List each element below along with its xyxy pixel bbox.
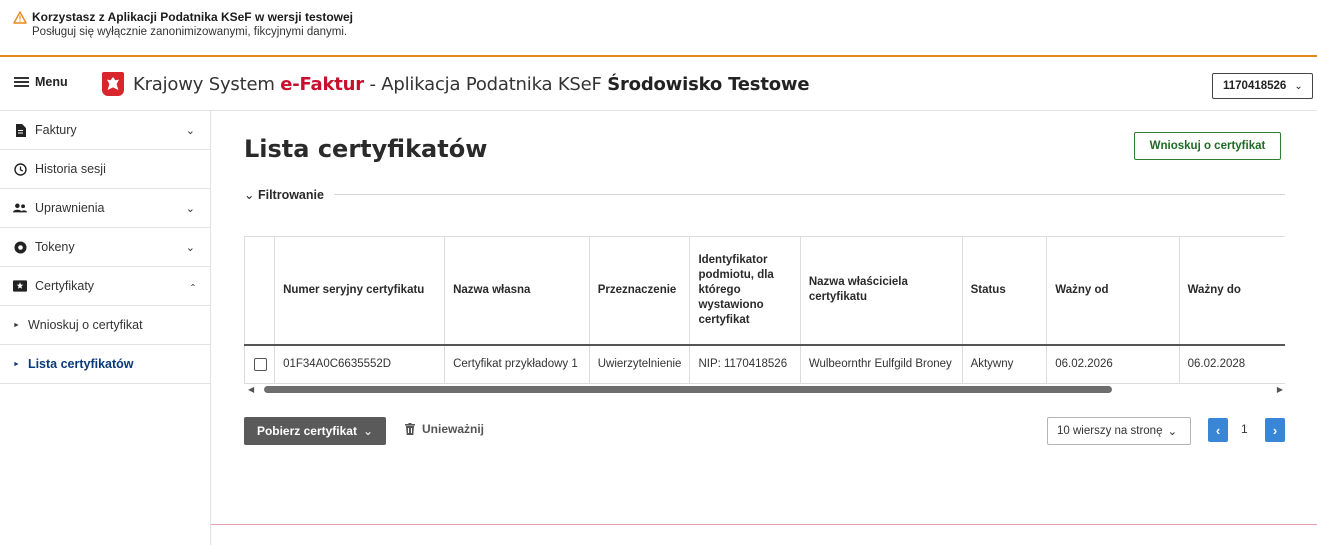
trash-icon [405,423,415,435]
sidebar-subitem-wnioskuj[interactable]: ► Wnioskuj o certyfikat [0,306,210,345]
menu-label: Menu [35,75,68,89]
document-icon [13,123,27,137]
chevron-left-icon: ‹ [1215,422,1221,438]
column-header[interactable]: Ważny do [1178,236,1285,346]
sidebar-subitem-label: Lista certyfikatów [27,357,134,371]
context-nip-select[interactable]: 1170418526 ⌄ [1212,73,1313,99]
sidebar: Faktury ⌄ Historia sesji Uprawnienia ⌄ T… [0,111,211,545]
test-env-banner: Korzystasz z Aplikacji Podatnika KSeF w … [0,0,1317,57]
download-label: Pobierz certyfikat [256,424,357,438]
table-cell: NIP: 1170418526 [689,344,801,384]
filter-section: ⌄ Filtrowanie [244,185,1285,203]
sidebar-subitem-label: Wnioskuj o certyfikat [27,318,143,332]
sidebar-item-historia-sesji[interactable]: Historia sesji [0,150,210,189]
row-select-cell[interactable] [244,344,275,384]
sidebar-subitem-lista-certyfikatow[interactable]: ► Lista certyfikatów [0,345,210,384]
title-prefix: Krajowy System [133,74,281,95]
sidebar-item-label: Faktury [35,123,77,137]
certificates-table: Numer seryjny certyfikatu Nazwa własna P… [244,236,1285,384]
column-header[interactable]: Status [961,236,1047,346]
bullet-triangle-icon: ► [13,321,20,329]
banner-title: Korzystasz z Aplikacji Podatnika KSeF w … [32,10,353,24]
title-suffix: - Aplikacja Podatnika KSeF [363,74,608,95]
table-row[interactable]: 01F34A0C6635552D Certyfikat przykładowy … [244,344,1285,384]
footer-divider [211,524,1317,525]
current-page-number[interactable]: 1 [1241,422,1248,436]
sidebar-item-label: Uprawnienia [35,201,105,215]
table-cell: Aktywny [961,344,1047,384]
chevron-up-icon: ˆ [191,282,195,296]
certificate-icon [13,279,27,293]
certificates-table-container: Numer seryjny certyfikatu Nazwa własna P… [244,236,1285,384]
bullet-triangle-icon: ► [13,360,20,368]
scroll-right-icon[interactable]: ▶ [1277,385,1283,394]
chevron-right-icon: › [1272,422,1278,438]
column-header[interactable]: Przeznaczenie [588,236,690,346]
table-cell: Uwierzytelnienie [588,344,690,384]
chevron-down-icon: ⌄ [185,242,195,254]
filter-toggle[interactable]: ⌄ Filtrowanie [244,187,334,202]
nip-value: 1170418526 [1223,80,1287,92]
table-header-row: Numer seryjny certyfikatu Nazwa własna P… [244,236,1285,346]
select-column-header [244,236,275,346]
users-icon [13,201,27,215]
chevron-down-icon: ⌄ [185,125,195,137]
column-header[interactable]: Nazwa własna [444,236,590,346]
chevron-down-icon: ⌄ [1167,426,1178,438]
table-cell: Certyfikat przykładowy 1 [444,344,590,384]
sidebar-item-label: Certyfikaty [35,279,95,293]
chevron-down-icon: ⌄ [1294,80,1303,92]
previous-page-button[interactable]: ‹ [1208,418,1228,442]
row-checkbox[interactable] [254,357,267,371]
table-cell: Wulbeornthr Eulfgild Broney [799,344,963,384]
sidebar-item-uprawnienia[interactable]: Uprawnienia ⌄ [0,189,210,228]
column-header[interactable]: Numer seryjny certyfikatu [274,236,445,346]
horizontal-scrollbar[interactable]: ◀ ▶ [244,383,1285,395]
menu-button[interactable]: Menu [14,75,68,89]
banner-subtitle: Posługuj się wyłącznie zanonimizowanymi,… [32,26,348,38]
sidebar-item-tokeny[interactable]: Tokeny ⌄ [0,228,210,267]
chevron-down-icon: ⌄ [244,187,255,202]
page-title: Lista certyfikatów [244,135,488,163]
title-brand-rest: Faktur [299,74,364,95]
chevron-down-icon: ⌄ [362,424,374,438]
sidebar-item-label: Historia sesji [35,162,106,176]
rows-per-page-select[interactable]: 10 wierszy na stronę ⌄ [1047,417,1191,445]
filter-label: Filtrowanie [257,187,324,202]
scrollbar-thumb[interactable] [264,386,1112,393]
clock-icon [13,162,27,176]
token-icon [13,240,27,254]
title-brand-e: e- [280,74,300,95]
hamburger-icon [14,77,29,87]
app-title: Krajowy System e-Faktur - Aplikacja Poda… [133,74,810,95]
title-env: Środowisko Testowe [607,74,810,95]
rows-per-page-value: 10 wierszy na stronę [1057,425,1163,437]
table-cell: 06.02.2028 [1178,344,1285,384]
chevron-down-icon: ⌄ [185,203,195,215]
table-cell: 01F34A0C6635552D [274,344,445,384]
revoke-button[interactable]: Unieważnij [405,422,484,436]
app-header: Menu Krajowy System e-Faktur - Aplikacja… [0,59,1317,111]
request-certificate-button[interactable]: Wnioskuj o certyfikat [1134,132,1281,160]
scroll-left-icon[interactable]: ◀ [248,385,254,394]
next-page-button[interactable]: › [1265,418,1285,442]
download-certificate-button[interactable]: Pobierz certyfikat ⌄ [244,417,386,445]
sidebar-item-label: Tokeny [35,240,75,254]
table-cell: 06.02.2026 [1046,344,1180,384]
column-header[interactable]: Identyfikator podmiotu, dla którego wyst… [689,236,801,346]
warning-icon [13,10,27,24]
sidebar-item-faktury[interactable]: Faktury ⌄ [0,111,210,150]
poland-emblem-logo [102,72,124,96]
sidebar-item-certyfikaty[interactable]: Certyfikaty ˆ [0,267,210,306]
column-header[interactable]: Ważny od [1046,236,1180,346]
column-header[interactable]: Nazwa właściciela certyfikatu [799,236,963,346]
filter-divider [333,193,1285,195]
revoke-label: Unieważnij [422,422,485,436]
